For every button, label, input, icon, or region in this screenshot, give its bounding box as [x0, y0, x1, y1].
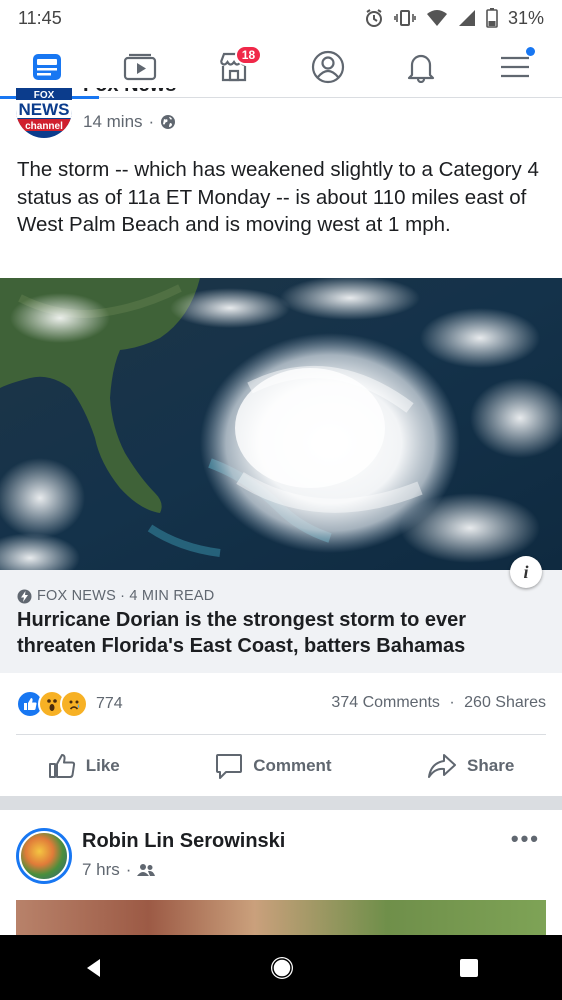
reaction-count: 774 — [96, 695, 123, 712]
friends-icon — [137, 864, 156, 876]
signal-icon — [458, 10, 475, 26]
bell-icon — [408, 54, 435, 83]
post-body-text: The storm -- which has weakened slightly… — [17, 158, 539, 236]
post-time[interactable]: 7 hrs — [82, 860, 120, 880]
sad-reaction-icon — [60, 690, 88, 718]
comment-button[interactable]: Comment — [215, 752, 332, 780]
battery-icon — [486, 8, 498, 28]
info-button[interactable]: i — [510, 556, 542, 588]
post-author-name[interactable]: Robin Lin Serowinski — [82, 830, 285, 853]
status-time: 11:45 — [18, 7, 62, 28]
like-label: Like — [85, 756, 120, 775]
vibrate-icon — [394, 10, 416, 26]
status-icons: 31% — [364, 8, 544, 29]
fox-news-logo[interactable]: NEWS channel FOX — [16, 88, 72, 138]
link-source: FOX NEWS · 4 MIN READ — [17, 588, 214, 604]
meta-separator: · — [148, 112, 155, 131]
share-button[interactable]: Share — [427, 753, 514, 779]
counts-separator: · — [449, 694, 455, 711]
post-image[interactable] — [16, 900, 546, 935]
instant-article-icon — [17, 589, 32, 603]
globe-icon — [161, 115, 176, 129]
post-meta: 14 mins · — [83, 112, 176, 132]
wifi-icon — [426, 10, 447, 26]
logo-news-text: NEWS — [19, 100, 70, 119]
hurricane-satellite-image[interactable] — [0, 278, 562, 570]
video-icon — [124, 53, 157, 80]
link-preview-card[interactable]: FOX NEWS · 4 MIN READ Hurricane Dorian i… — [0, 570, 562, 673]
more-options-button[interactable]: ••• — [511, 826, 540, 852]
feed-post: Robin Lin Serowinski 7 hrs · ••• — [0, 810, 562, 935]
menu-notification-dot — [526, 46, 536, 56]
home-icon[interactable] — [269, 955, 295, 981]
post-time[interactable]: 14 mins — [83, 112, 143, 132]
profile-icon — [311, 50, 344, 83]
comments-count[interactable]: 374 Comments — [331, 694, 440, 711]
reactions-summary[interactable]: 774 — [16, 690, 123, 718]
comment-icon — [216, 754, 243, 779]
share-label: Share — [467, 756, 515, 775]
logo-channel-text: channel — [25, 121, 63, 132]
shares-count[interactable]: 260 Shares — [464, 694, 546, 711]
comment-label: Comment — [253, 756, 332, 775]
divider — [16, 734, 546, 735]
post-actions: Like Comment Share — [0, 740, 562, 792]
feed-separator — [0, 796, 562, 810]
post-meta: 7 hrs · — [82, 860, 156, 880]
status-bar: 11:45 31% — [0, 0, 562, 36]
marketplace-badge: 18 — [234, 44, 263, 65]
share-arrow-icon — [428, 754, 457, 778]
page-name[interactable]: Fox News — [83, 88, 176, 97]
engagement-counts: 374 Comments · 260 Shares — [331, 694, 546, 712]
news-feed-icon — [32, 53, 61, 80]
alarm-icon — [365, 9, 382, 27]
post-header: NEWS channel FOX Fox News 14 mins · — [16, 88, 546, 138]
logo-fox-text: FOX — [34, 90, 55, 101]
avatar[interactable] — [16, 828, 72, 884]
recents-icon[interactable] — [458, 957, 480, 979]
like-button[interactable]: Like — [48, 753, 120, 779]
link-title[interactable]: Hurricane Dorian is the strongest storm … — [17, 607, 537, 659]
link-source-text: FOX NEWS · 4 MIN READ — [37, 588, 215, 604]
back-icon[interactable] — [82, 956, 106, 980]
system-navigation-bar — [0, 935, 562, 1000]
thumbs-up-icon — [48, 754, 75, 778]
page-name-clip: Fox News — [83, 88, 213, 102]
battery-level: 31% — [507, 7, 544, 28]
meta-separator: · — [125, 860, 132, 879]
menu-icon — [501, 56, 530, 77]
